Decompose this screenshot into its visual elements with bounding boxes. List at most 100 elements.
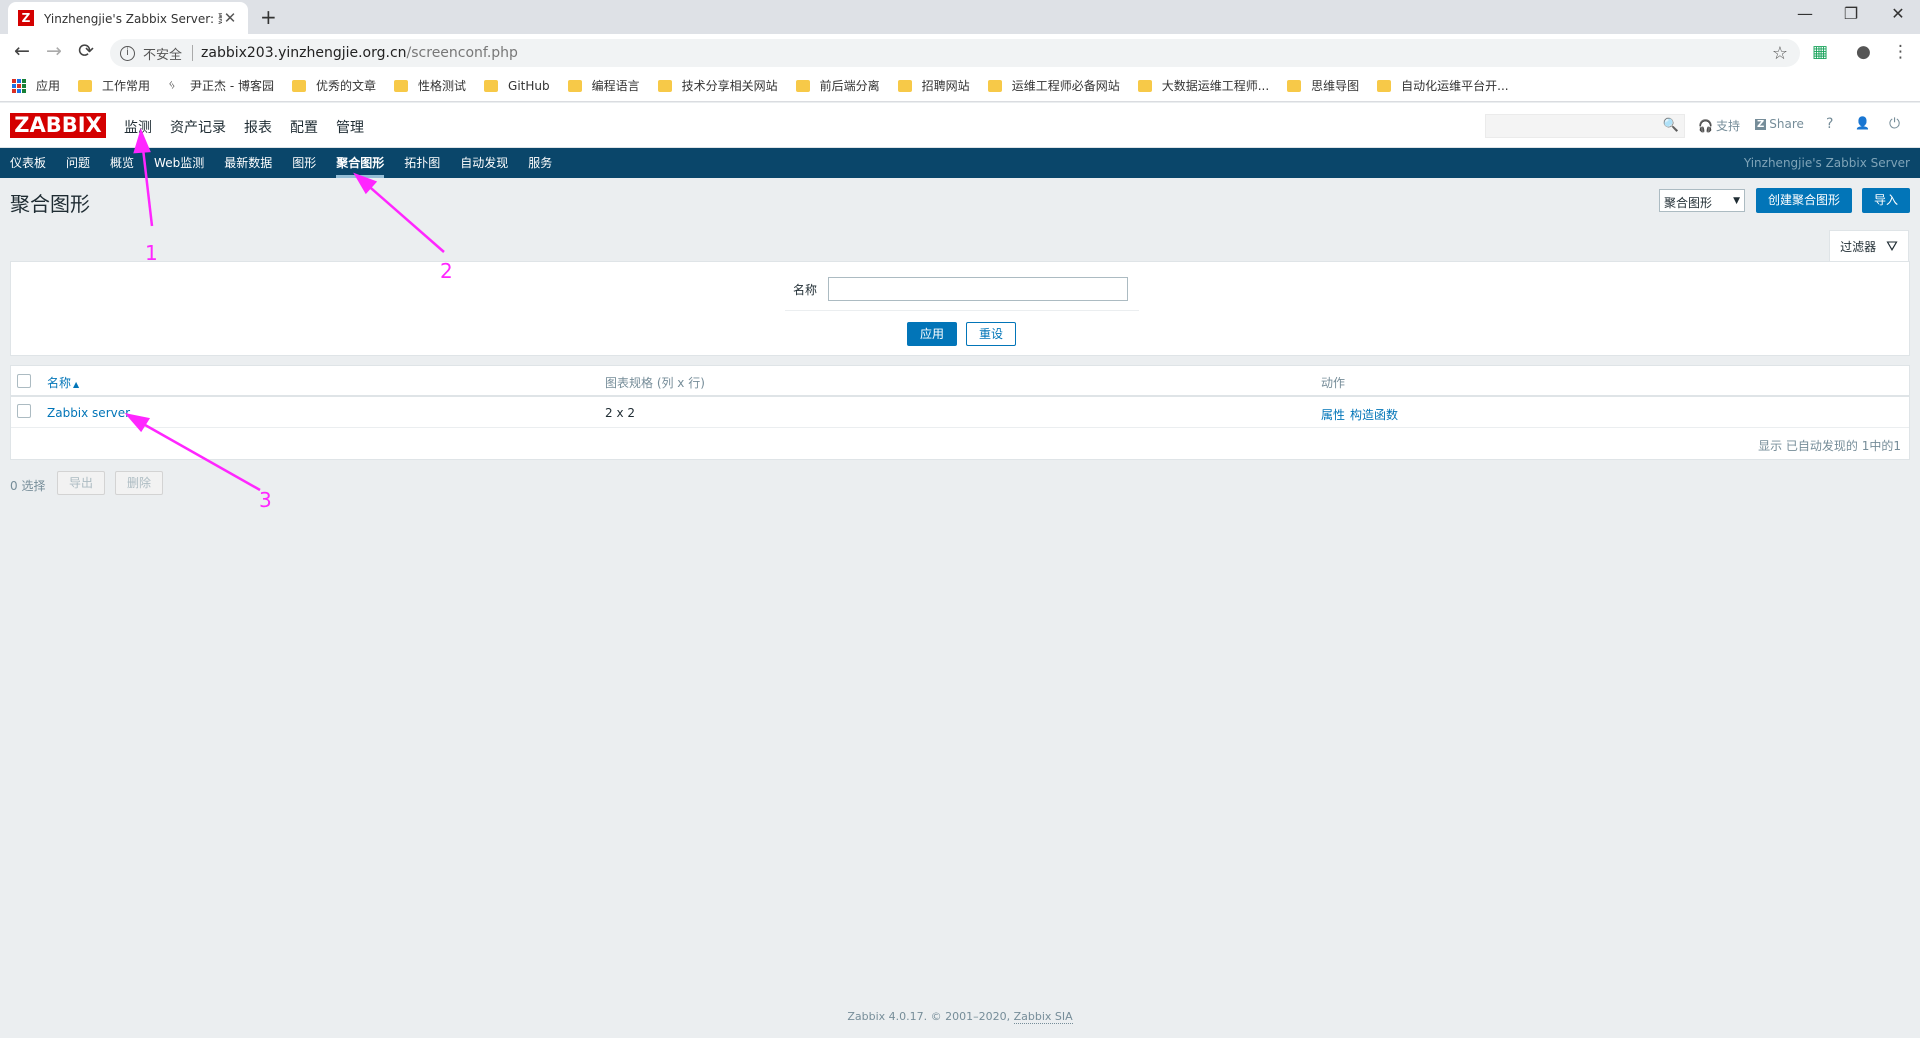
bookmark-label: 性格测试 — [418, 79, 467, 93]
bookmark-label: 优秀的文章 — [316, 79, 377, 93]
annotation-label-1: 1 — [145, 241, 158, 265]
row-checkbox[interactable] — [17, 404, 31, 418]
column-name-header[interactable]: 名称 ▲ — [47, 374, 79, 391]
submenu-discovery[interactable]: 自动发现 — [460, 148, 508, 178]
menu-monitoring[interactable]: 监测 — [124, 117, 152, 137]
server-name: Yinzhengjie's Zabbix Server — [1743, 156, 1910, 170]
info-icon[interactable]: i — [120, 45, 135, 61]
bookmark-label: 工作常用 — [102, 79, 151, 93]
filter-funnel-icon: ⛛ — [1886, 238, 1898, 255]
share-link[interactable]: Z Share — [1755, 117, 1804, 131]
column-name-label: 名称 — [47, 376, 72, 390]
column-actions-header: 动作 — [1321, 376, 1346, 390]
menu-reports[interactable]: 报表 — [244, 117, 272, 137]
import-button[interactable]: 导入 — [1862, 188, 1910, 213]
footer-text: Zabbix 4.0.17. © 2001–2020, — [847, 1010, 1014, 1023]
help-icon[interactable]: ? — [1826, 116, 1833, 132]
reset-button[interactable]: 重设 — [966, 322, 1016, 346]
logout-icon[interactable]: ⏻ — [1889, 116, 1900, 132]
folder-icon — [78, 79, 93, 92]
bookmark-item[interactable]: 大数据运维工程师... — [1137, 77, 1269, 94]
bookmark-label: 运维工程师必备网站 — [1011, 79, 1120, 93]
folder-icon — [1137, 79, 1152, 92]
support-link[interactable]: 🎧 支持 — [1698, 117, 1740, 134]
bookmark-apps[interactable]: 应用 — [12, 77, 60, 94]
divider — [192, 45, 194, 61]
submenu-latest-data[interactable]: 最新数据 — [224, 148, 272, 178]
properties-link[interactable]: 属性 — [1321, 406, 1345, 423]
filter-name-input[interactable] — [828, 277, 1128, 301]
monitoring-submenu: 仪表板 问题 概览 Web监测 最新数据 图形 聚合图形 拓扑图 自动发现 服务… — [0, 148, 1920, 178]
filter-tab-label: 过滤器 — [1840, 240, 1877, 254]
submenu-problems[interactable]: 问题 — [66, 148, 90, 178]
profile-icon[interactable]: ● — [1856, 42, 1871, 62]
bookmark-label: 尹正杰 - 博客园 — [190, 79, 274, 93]
bookmark-item[interactable]: 技术分享相关网站 — [657, 77, 778, 94]
submenu-maps[interactable]: 拓扑图 — [404, 148, 440, 178]
submenu-screens[interactable]: 聚合图形 — [336, 148, 385, 178]
browser-tab[interactable]: Z Yinzhengjie's Zabbix Server: 聚合图形 ✕ — [8, 2, 248, 34]
extension-icon[interactable]: ▦ — [1812, 42, 1828, 62]
bookmark-item[interactable]: 工作常用 — [78, 77, 150, 94]
new-tab-icon[interactable]: + — [260, 5, 277, 29]
export-button[interactable]: 导出 — [57, 471, 105, 495]
folder-icon — [897, 79, 912, 92]
bookmark-item[interactable]: 编程语言 — [567, 77, 640, 94]
bookmark-item[interactable]: 运维工程师必备网站 — [987, 77, 1120, 94]
submenu-graphs[interactable]: 图形 — [292, 148, 316, 178]
insecure-label: 不安全 — [143, 47, 183, 63]
bookmark-item[interactable]: 优秀的文章 — [292, 77, 376, 94]
menu-administration[interactable]: 管理 — [336, 117, 364, 137]
bookmark-label: 招聘网站 — [921, 79, 970, 93]
bookmark-item[interactable]: GitHub — [484, 79, 550, 93]
submenu-web[interactable]: Web监测 — [154, 148, 204, 178]
zabbix-logo[interactable]: ZABBIX — [10, 113, 106, 138]
bookmark-item[interactable]: 自动化运维平台开... — [1377, 77, 1509, 94]
column-dimension-header: 图表规格 (列 x 行) — [605, 376, 705, 390]
constructor-link[interactable]: 构造函数 — [1350, 406, 1398, 423]
folder-icon — [484, 79, 499, 92]
table-row: Zabbix server 2 x 2 属性 构造函数 — [11, 397, 1909, 428]
screen-dimension: 2 x 2 — [605, 406, 635, 420]
submenu-dashboard[interactable]: 仪表板 — [10, 148, 46, 178]
footer-company-link[interactable]: Zabbix SIA — [1013, 1010, 1073, 1024]
reload-icon[interactable]: ⟳ — [74, 40, 98, 62]
submenu-services[interactable]: 服务 — [528, 148, 552, 178]
browser-tabstrip: Z Yinzhengjie's Zabbix Server: 聚合图形 ✕ + … — [0, 0, 1920, 34]
zabbix-favicon-icon: Z — [18, 10, 34, 26]
address-bar[interactable]: i 不安全 zabbix203.yinzhengjie.org.cn /scre… — [110, 39, 1800, 67]
screen-name-link[interactable]: Zabbix server — [47, 406, 130, 420]
browser-menu-icon[interactable]: ⋮ — [1892, 42, 1909, 62]
user-profile-icon[interactable]: 👤 — [1855, 116, 1870, 130]
bookmark-label: 技术分享相关网站 — [681, 79, 778, 93]
back-icon[interactable]: ← — [10, 40, 34, 62]
view-select[interactable]: 聚合图形 ▼ — [1659, 189, 1745, 212]
menu-inventory[interactable]: 资产记录 — [170, 117, 226, 137]
bookmark-label: 自动化运维平台开... — [1401, 79, 1509, 93]
bookmark-item[interactable]: 前后端分离 — [795, 77, 880, 94]
share-z-icon: Z — [1755, 118, 1767, 130]
global-search-input[interactable]: 🔍 — [1485, 114, 1685, 138]
bookmark-label: 前后端分离 — [819, 79, 880, 93]
apps-grid-icon — [12, 78, 26, 93]
bookmark-item[interactable]: 招聘网站 — [897, 77, 970, 94]
support-label: 支持 — [1715, 119, 1740, 133]
select-all-checkbox[interactable] — [17, 374, 31, 388]
url-host: zabbix203.yinzhengjie.org.cn — [201, 45, 407, 61]
apply-button[interactable]: 应用 — [907, 322, 957, 346]
page-footer: Zabbix 4.0.17. © 2001–2020, Zabbix SIA — [0, 1010, 1920, 1024]
bookmark-star-icon[interactable]: ☆ — [1772, 43, 1788, 64]
create-screen-button[interactable]: 创建聚合图形 — [1756, 188, 1852, 213]
filter-tab[interactable]: 过滤器 ⛛ — [1829, 230, 1909, 262]
submenu-overview[interactable]: 概览 — [110, 148, 134, 178]
search-icon[interactable]: 🔍 — [1663, 118, 1679, 133]
bookmark-item[interactable]: ᛃ 尹正杰 - 博客园 — [168, 77, 274, 94]
delete-button[interactable]: 删除 — [115, 471, 163, 495]
table-header: 名称 ▲ 图表规格 (列 x 行) 动作 — [11, 366, 1909, 397]
tab-close-icon[interactable]: ✕ — [222, 9, 238, 27]
bookmark-item[interactable]: 性格测试 — [394, 77, 466, 94]
forward-icon[interactable]: → — [42, 40, 66, 62]
bookmark-item[interactable]: 思维导图 — [1287, 77, 1359, 94]
menu-configuration[interactable]: 配置 — [290, 117, 318, 137]
window-close-icon[interactable]: ✕ — [1868, 4, 1920, 23]
